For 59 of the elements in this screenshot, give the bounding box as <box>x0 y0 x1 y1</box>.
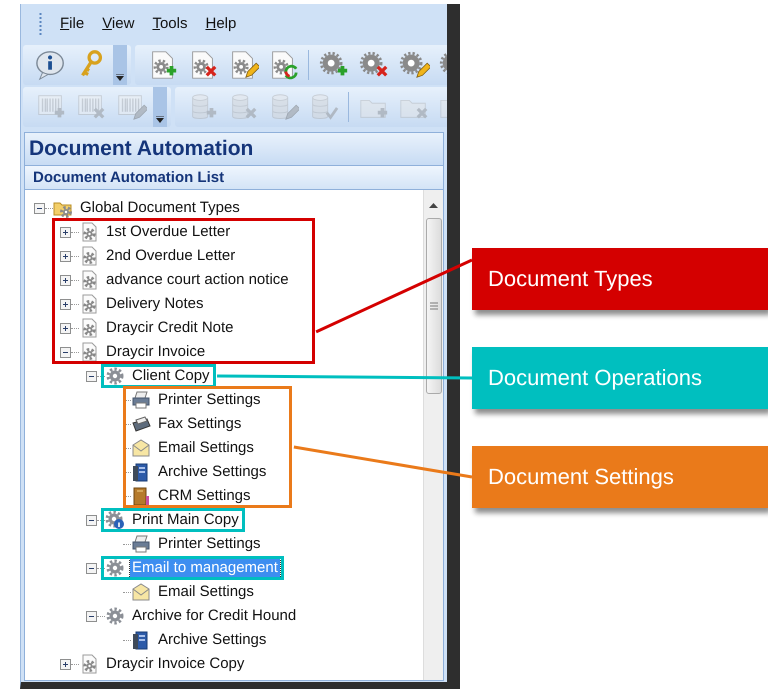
expand-toggle[interactable] <box>60 322 71 334</box>
expand-toggle[interactable] <box>60 250 71 262</box>
gear-icon <box>105 606 125 626</box>
tree-item[interactable]: Global Document Types <box>78 198 242 218</box>
fax-icon <box>131 414 151 434</box>
tree-item[interactable]: Printer Settings <box>156 534 263 554</box>
printer-icon <box>131 390 151 410</box>
envelope-icon <box>131 438 151 458</box>
tree-item[interactable]: Draycir Credit Note <box>104 318 236 338</box>
envelope-icon <box>131 582 151 602</box>
expand-toggle[interactable] <box>60 226 71 238</box>
callout-label: Document Settings <box>472 446 768 508</box>
caret-icon <box>156 116 164 123</box>
collapse-toggle[interactable] <box>86 370 97 382</box>
tree-item[interactable]: Print Main Copy <box>130 510 241 530</box>
tree-item[interactable]: Delivery Notes <box>104 294 206 314</box>
tree-item[interactable]: Draycir Invoice Copy <box>104 654 246 674</box>
overflow-button[interactable] <box>153 87 167 127</box>
scroll-thumb[interactable] <box>426 218 442 394</box>
tree-item[interactable]: CRM Settings <box>156 486 253 506</box>
book-icon <box>131 486 151 506</box>
callout-label: Document Types <box>472 248 768 310</box>
panel-title: Document Automation <box>24 132 444 166</box>
expand-toggle[interactable] <box>60 274 71 286</box>
grip-icon <box>39 13 42 35</box>
gear-icon <box>105 366 125 386</box>
list-header: Document Automation List <box>24 166 444 190</box>
gear-icon <box>105 510 125 530</box>
expand-toggle[interactable] <box>60 658 71 670</box>
scrollbar[interactable] <box>423 190 443 680</box>
tree-item[interactable]: Printer Settings <box>156 390 263 410</box>
expand-toggle[interactable] <box>60 298 71 310</box>
tree-item[interactable]: Archive Settings <box>156 462 268 482</box>
collapse-toggle[interactable] <box>86 514 97 526</box>
tree-item[interactable]: Draycir Invoice <box>104 342 208 362</box>
menu-item[interactable]: View <box>102 12 134 36</box>
info-icon <box>35 48 67 82</box>
callout-label: Document Operations <box>472 347 768 409</box>
tree-item[interactable]: Archive for Credit Hound <box>130 606 298 626</box>
collapse-toggle[interactable] <box>60 346 71 358</box>
menu-item[interactable]: File <box>60 12 84 36</box>
up-arrow-icon <box>429 202 438 208</box>
printer-icon <box>131 534 151 554</box>
tree-item[interactable]: Email Settings <box>156 438 256 458</box>
collapse-toggle[interactable] <box>34 202 45 214</box>
tree-item[interactable]: Email Settings <box>156 582 256 602</box>
tree-item[interactable]: Client Copy <box>130 366 212 386</box>
tree-item[interactable]: Archive Settings <box>156 630 268 650</box>
overflow-button[interactable] <box>113 45 127 85</box>
gear-icon <box>105 558 125 578</box>
tree-item[interactable]: Fax Settings <box>156 414 244 434</box>
tree-item[interactable]: 2nd Overdue Letter <box>104 246 238 266</box>
caret-icon <box>116 74 124 81</box>
tree-item[interactable]: advance court action notice <box>104 270 291 290</box>
menu-item[interactable]: Help <box>205 12 236 36</box>
menu-item[interactable]: Tools <box>152 12 188 36</box>
tree-item[interactable]: 1st Overdue Letter <box>104 222 232 242</box>
collapse-toggle[interactable] <box>86 562 97 574</box>
collapse-toggle[interactable] <box>86 610 97 622</box>
